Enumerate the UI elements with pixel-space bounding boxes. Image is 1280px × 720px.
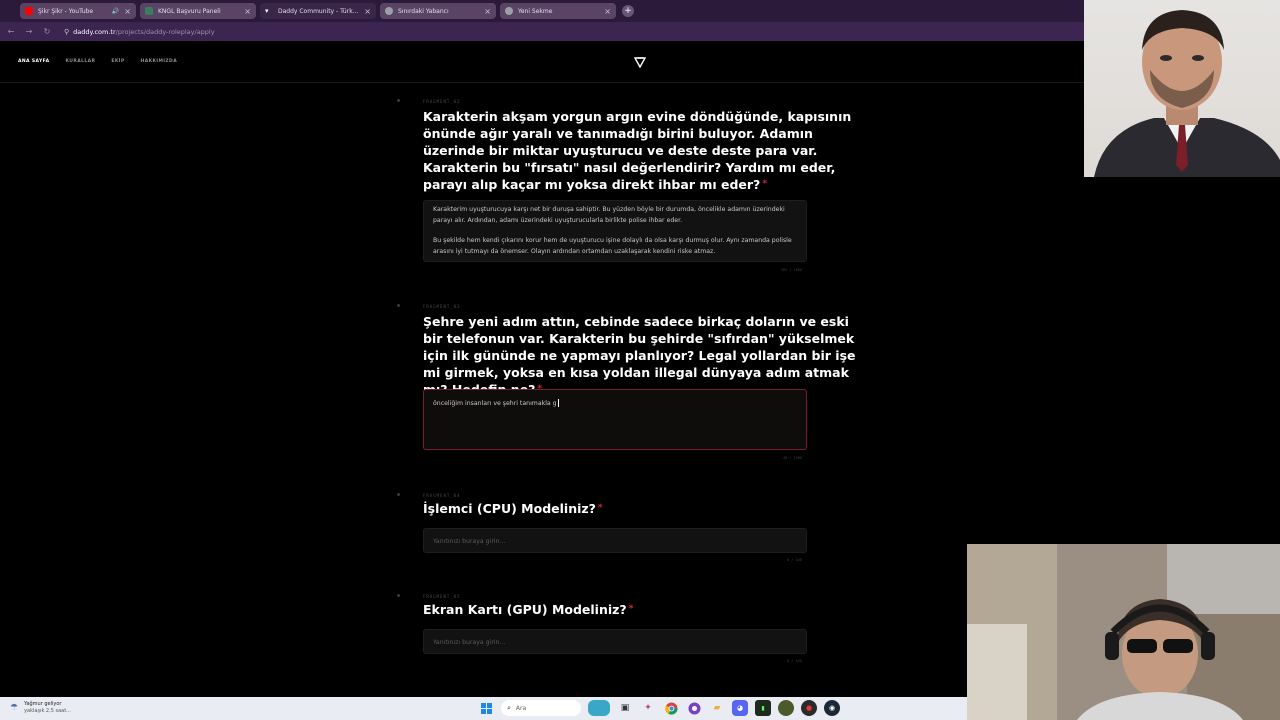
browser-tab-bar: Şikr Şikr - YouTube 🔊 × KNGL Başvuru Pan… [0,0,1084,22]
game-launcher-icon[interactable] [778,700,794,716]
input-placeholder: Yanıtınızı buraya girin... [433,538,506,545]
question-text: Ekran Kartı (GPU) Modeliniz? [423,602,627,617]
fragment-marker [397,99,400,102]
newtab-icon [505,7,513,15]
youtube-icon [25,7,33,15]
question-text: Şehre yeni adım attın, cebinde sadece bi… [423,314,856,397]
tab-title: Sınırdaki Yabancı [398,7,449,15]
new-tab-button[interactable]: + [622,5,634,17]
reload-icon[interactable]: ↻ [42,27,52,36]
globe-icon [385,7,393,15]
forward-icon[interactable]: → [24,27,34,36]
close-icon[interactable]: × [124,7,131,16]
weather-title: Yağmur geliyor [24,701,62,707]
taskbar-search[interactable]: ⌕ Ara [501,700,581,716]
task-view-icon[interactable]: ▣ [617,700,633,716]
char-counter: 0 / 100 [787,558,802,562]
start-windows-icon[interactable] [478,700,494,716]
answer-textarea[interactable]: önceliğim insanları ve şehri tanımakla g [423,389,807,450]
back-icon[interactable]: ← [6,27,16,36]
tab-title: Daddy Community - Türkiye'nin [278,7,359,15]
answer-text: önceliğim insanları ve şehri tanımakla g [433,400,557,407]
close-icon[interactable]: × [244,7,251,16]
url-host: daddy.com.tr [73,27,116,36]
nav-rules[interactable]: KURALLAR [66,59,96,64]
tab-title: Şikr Şikr - YouTube [38,7,94,15]
main-nav: ANA SAYFA KURALLAR EKİP HAKKIMIZDA [18,59,177,64]
address-bar: ← → ↻ ⚲ daddy.com.tr/projects/daddy-role… [0,22,1084,41]
char-counter: 40 / 1000 [783,456,802,460]
fragment-label: FRAGMENT_04 [423,493,461,498]
screen: Şikr Şikr - YouTube 🔊 × KNGL Başvuru Pan… [0,0,1280,720]
gpu-input[interactable]: Yanıtınızı buraya girin... [423,629,807,654]
app-icon[interactable]: ● [801,700,817,716]
weather-subtitle: yaklaşık 2,5 saat... [24,708,71,714]
nav-home[interactable]: ANA SAYFA [18,59,50,64]
question-text: İşlemci (CPU) Modeliniz? [423,501,596,516]
tab-yeni-sekme[interactable]: Yeni Sekme × [500,3,616,19]
taskbar-apps: ⌕ Ara ▣ ✦ ▰ ◕ ▮ ● ◉ [478,700,840,716]
widgets-icon[interactable] [588,700,610,716]
os-taskbar: ☂ Yağmur geliyor yaklaşık 2,5 saat... ⌕ … [0,697,967,720]
weather-widget[interactable]: ☂ Yağmur geliyor yaklaşık 2,5 saat... [10,701,71,715]
fragment-marker [397,493,400,496]
question-title: İşlemci (CPU) Modeliniz? * [423,500,863,517]
webcam-overlay-guest [1084,0,1280,177]
fragment-label: FRAGMENT_02 [423,99,461,104]
fragment-marker [397,304,400,307]
answer-paragraph: Karakterim uyuşturucuya karşı net bir du… [433,206,785,224]
nav-team[interactable]: EKİP [111,59,124,64]
room-photo [967,544,1280,720]
close-icon[interactable]: × [364,7,371,16]
tab-daddy-community[interactable]: ▾ Daddy Community - Türkiye'nin × [260,3,376,19]
required-mark: * [628,604,634,614]
tab-title: Yeni Sekme [518,7,553,15]
nav-about[interactable]: HAKKIMIZDA [141,59,178,64]
required-mark: * [597,503,603,513]
browser-icon[interactable] [686,700,702,716]
chrome-icon[interactable] [663,700,679,716]
tab-kngl[interactable]: KNGL Başvuru Paneli × [140,3,256,19]
question-title: Şehre yeni adım attın, cebinde sadece bi… [423,313,863,398]
question-text: Karakterin akşam yorgun argın evine dönd… [423,109,852,192]
site-info-icon[interactable]: ⚲ [64,28,69,36]
cpu-input[interactable]: Yanıtınızı buraya girin... [423,528,807,553]
answer-textarea[interactable]: Karakterim uyuşturucuya karşı net bir du… [423,200,807,262]
required-mark: * [762,179,768,189]
char-counter: 382 / 1000 [781,268,803,272]
rain-cloud-icon: ☂ [10,703,19,713]
tab-title: KNGL Başvuru Paneli [158,7,221,15]
terminal-icon[interactable]: ▮ [755,700,771,716]
webcam-overlay-streamer [967,544,1280,720]
person-photo [1094,10,1280,177]
fragment-marker [397,594,400,597]
question-title: Karakterin akşam yorgun argın evine dönd… [423,108,863,193]
close-icon[interactable]: × [604,7,611,16]
steam-icon[interactable]: ◉ [824,700,840,716]
text-caret [557,399,559,407]
fragment-label: FRAGMENT_05 [423,594,461,599]
copilot-icon[interactable]: ✦ [640,700,656,716]
tab-sinirdaki-yabanci[interactable]: Sınırdaki Yabancı × [380,3,496,19]
daddy-logo-icon[interactable] [634,56,646,68]
input-placeholder: Yanıtınızı buraya girin... [433,639,506,646]
folder-icon[interactable]: ▰ [709,700,725,716]
answer-paragraph: Bu şekilde hem kendi çıkarını korur hem … [433,237,792,255]
search-label: Ara [515,704,527,712]
fragment-label: FRAGMENT_03 [423,304,461,309]
panel-icon [145,7,153,15]
site-header: ANA SAYFA KURALLAR EKİP HAKKIMIZDA [0,41,1084,83]
search-icon: ⌕ [507,703,511,712]
tab-youtube[interactable]: Şikr Şikr - YouTube 🔊 × [20,3,136,19]
daddy-icon: ▾ [265,7,269,15]
url-path: /projects/daddy-roleplay/apply [115,27,215,36]
close-icon[interactable]: × [484,7,491,16]
question-title: Ekran Kartı (GPU) Modeliniz? * [423,601,863,618]
speaker-icon[interactable]: 🔊 [112,8,119,15]
url-field[interactable]: ⚲ daddy.com.tr/projects/daddy-roleplay/a… [64,28,215,36]
char-counter: 0 / 100 [787,659,802,663]
discord-icon[interactable]: ◕ [732,700,748,716]
